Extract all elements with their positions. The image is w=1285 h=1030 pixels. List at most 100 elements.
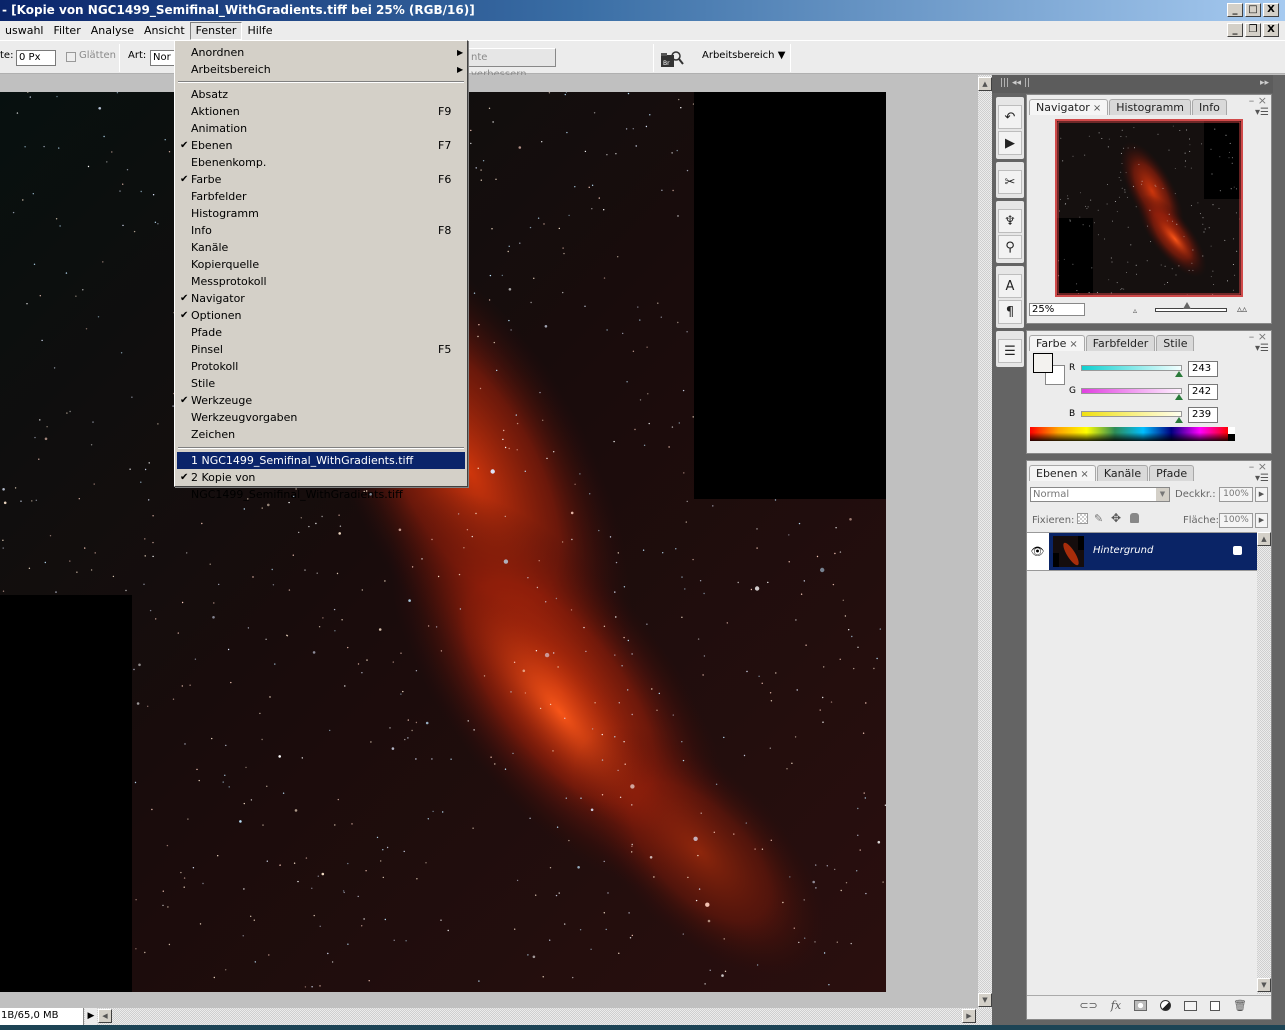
fill-arrow[interactable]: ▶ xyxy=(1255,513,1268,528)
clone-source-icon[interactable]: ⚲ xyxy=(998,235,1022,259)
zoom-out-icon[interactable]: ▵ xyxy=(1133,306,1137,315)
channel-g-handle[interactable] xyxy=(1175,394,1183,400)
zoom-in-icon[interactable]: ▵▵ xyxy=(1237,304,1247,315)
close-tab-icon[interactable]: × xyxy=(1093,103,1101,114)
doc-minimize-button[interactable]: _ xyxy=(1227,23,1243,37)
menu-item-farbe[interactable]: ✔ Farbe F6 xyxy=(177,171,465,188)
lock-position-icon[interactable]: ✥ xyxy=(1111,511,1121,525)
menu-item-aktionen[interactable]: Aktionen F9 xyxy=(177,103,465,120)
black-white-swatch[interactable] xyxy=(1228,427,1235,441)
menu-item-farbfelder[interactable]: Farbfelder xyxy=(177,188,465,205)
mask-icon[interactable] xyxy=(1134,1000,1148,1011)
collapse-icon[interactable]: ||| ◂◂ || xyxy=(1000,78,1030,88)
menu-ansicht[interactable]: Ansicht xyxy=(139,22,190,40)
menu-item-protokoll[interactable]: Protokoll xyxy=(177,358,465,375)
feather-input[interactable]: 0 Px xyxy=(16,50,56,66)
layer-selected[interactable]: Hintergrund xyxy=(1049,533,1257,570)
lock-transparency-icon[interactable] xyxy=(1077,513,1088,524)
channel-b-slider[interactable] xyxy=(1081,411,1182,417)
expand-icon[interactable]: ▸▸ xyxy=(1260,78,1269,88)
menu-item-kanäle[interactable]: Kanäle xyxy=(177,239,465,256)
menu-item-pfade[interactable]: Pfade xyxy=(177,324,465,341)
scroll-up-button[interactable]: ▲ xyxy=(1257,532,1271,546)
tab-kanaele[interactable]: Kanäle xyxy=(1096,465,1149,481)
tools-icon[interactable]: ✂ xyxy=(998,170,1022,194)
navigator-preview[interactable] xyxy=(1055,119,1243,297)
link-icon[interactable]: ⊂⊃ xyxy=(1079,999,1097,1012)
bridge-icon[interactable]: Br xyxy=(660,50,684,68)
panel-menu-icon[interactable]: ▾☰ xyxy=(1255,107,1269,118)
scroll-up-button[interactable]: ▲ xyxy=(978,77,992,91)
menu-item-anordnen[interactable]: Anordnen ▶ xyxy=(177,44,465,61)
blend-mode-select[interactable]: Normal ▼ xyxy=(1030,487,1170,502)
panel-menu-icon[interactable]: ▾☰ xyxy=(1255,343,1269,354)
actions-icon[interactable]: ▶ xyxy=(998,131,1022,155)
menu-item-histogramm[interactable]: Histogramm xyxy=(177,205,465,222)
menu-item-messprotokoll[interactable]: Messprotokoll xyxy=(177,273,465,290)
color-spectrum-bar[interactable] xyxy=(1030,427,1228,441)
close-button[interactable]: X xyxy=(1263,3,1279,17)
menu-item-ebenen[interactable]: ✔ Ebenen F7 xyxy=(177,137,465,154)
lock-all-icon[interactable] xyxy=(1130,513,1139,523)
scroll-right-button[interactable]: ▶ xyxy=(962,1009,976,1023)
channel-b-handle[interactable] xyxy=(1175,417,1183,423)
menu-fenster[interactable]: Fenster xyxy=(189,21,243,40)
minimize-button[interactable]: _ xyxy=(1227,3,1243,17)
history-icon[interactable]: ↶ xyxy=(998,105,1022,129)
lock-pixels-icon[interactable]: ✎ xyxy=(1094,512,1103,525)
tab-farbe[interactable]: Farbe × xyxy=(1029,335,1085,351)
workspace-button[interactable]: Arbeitsbereich ▼ xyxy=(702,50,785,61)
character-icon[interactable]: A xyxy=(998,274,1022,298)
tab-farbfelder[interactable]: Farbfelder xyxy=(1085,335,1156,351)
tab-info[interactable]: Info xyxy=(1192,99,1227,115)
menu-item-navigator[interactable]: ✔ Navigator xyxy=(177,290,465,307)
scroll-left-button[interactable]: ◀ xyxy=(98,1009,112,1023)
zoom-slider-handle[interactable] xyxy=(1183,302,1192,309)
menu-item-ebenenkomp[interactable]: Ebenenkomp. xyxy=(177,154,465,171)
close-tab-icon[interactable]: × xyxy=(1069,339,1077,350)
menu-item-absatz[interactable]: Absatz xyxy=(177,86,465,103)
menu-analyse[interactable]: Analyse xyxy=(86,22,139,40)
menu-filter[interactable]: Filter xyxy=(48,22,85,40)
maximize-button[interactable]: □ xyxy=(1245,3,1261,17)
folder-icon[interactable] xyxy=(1184,1000,1198,1011)
paragraph-icon[interactable]: ¶ xyxy=(998,300,1022,324)
scroll-down-button[interactable]: ▼ xyxy=(978,993,992,1007)
layers-scrollbar[interactable]: ▲ ▼ xyxy=(1257,532,1271,994)
menu-hilfe[interactable]: Hilfe xyxy=(242,22,277,40)
navigator-zoom-input[interactable]: 25% xyxy=(1029,303,1085,316)
document-canvas-area[interactable] xyxy=(0,75,978,1008)
menu-item-animation[interactable]: Animation xyxy=(177,120,465,137)
adjustment-icon[interactable] xyxy=(1160,1000,1172,1011)
menu-item-info[interactable]: Info F8 xyxy=(177,222,465,239)
tab-histogramm[interactable]: Histogramm xyxy=(1109,99,1191,115)
menu-item-werkzeugvorgaben[interactable]: Werkzeugvorgaben xyxy=(177,409,465,426)
opacity-input[interactable]: 100% xyxy=(1219,487,1253,502)
channel-g-slider[interactable] xyxy=(1081,388,1182,394)
dock-header[interactable]: ||| ◂◂ || ▸▸ xyxy=(992,75,1273,93)
close-tab-icon[interactable]: × xyxy=(1080,469,1088,480)
scroll-down-button[interactable]: ▼ xyxy=(1257,978,1271,992)
menu-item-werkzeuge[interactable]: ✔ Werkzeuge xyxy=(177,392,465,409)
panel-minimize-close[interactable]: – × xyxy=(1249,94,1267,107)
status-menu-arrow[interactable]: ▶ xyxy=(85,1008,97,1025)
menu-item-arbeitsbereich[interactable]: Arbeitsbereich ▶ xyxy=(177,61,465,78)
menu-item-zeichen[interactable]: Zeichen xyxy=(177,426,465,443)
tab-stile[interactable]: Stile xyxy=(1156,335,1195,351)
layer-comps-icon[interactable]: ☰ xyxy=(998,339,1022,363)
panel-minimize-close[interactable]: – × xyxy=(1249,330,1267,343)
chevron-down-icon[interactable]: ▼ xyxy=(1156,488,1169,501)
tab-pfade[interactable]: Pfade xyxy=(1149,465,1195,481)
doc-restore-button[interactable]: ❐ xyxy=(1245,23,1261,37)
menu-item-pinsel[interactable]: Pinsel F5 xyxy=(177,341,465,358)
eye-icon[interactable]: 👁 xyxy=(1028,538,1047,566)
menu-item-kopierquelle[interactable]: Kopierquelle xyxy=(177,256,465,273)
doc-close-button[interactable]: X xyxy=(1263,23,1279,37)
channel-r-handle[interactable] xyxy=(1175,371,1183,377)
menu-item-stile[interactable]: Stile xyxy=(177,375,465,392)
channel-r-input[interactable]: 243 xyxy=(1188,361,1218,377)
trash-icon[interactable]: 🗑 xyxy=(1233,999,1247,1012)
opacity-arrow[interactable]: ▶ xyxy=(1255,487,1268,502)
menu-item-optionen[interactable]: ✔ Optionen xyxy=(177,307,465,324)
brushes-icon[interactable]: ♆ xyxy=(998,209,1022,233)
